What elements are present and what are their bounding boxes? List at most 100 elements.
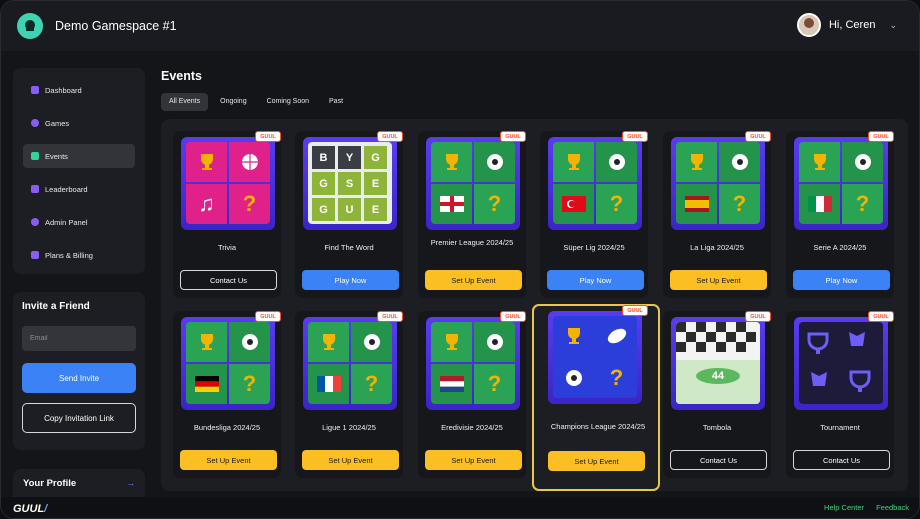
- football-icon: [474, 142, 515, 182]
- event-card-la-liga[interactable]: ? GUUL La Liga 2024/25 Set Up Event: [663, 131, 771, 298]
- event-card-eredivisie[interactable]: ? GUUL Eredivisie 2024/25 Set Up Event: [418, 311, 526, 478]
- turkey-flag-icon: [553, 184, 594, 224]
- spain-flag-icon: [676, 184, 717, 224]
- guul-badge: GUUL: [377, 131, 403, 142]
- app-window: Demo Gamespace #1 Hi, Ceren ⌄ Dashboard …: [0, 0, 920, 519]
- sidebar-item-events[interactable]: Events: [23, 144, 135, 168]
- event-title: Serie A 2024/25: [813, 243, 867, 252]
- set-up-event-button[interactable]: Set Up Event: [425, 270, 522, 290]
- football-icon: [719, 142, 760, 182]
- play-now-button[interactable]: Play Now: [793, 270, 890, 290]
- app-logo-icon[interactable]: [17, 13, 43, 39]
- tab-all-events[interactable]: All Events: [161, 93, 209, 111]
- set-up-event-button[interactable]: Set Up Event: [548, 451, 645, 471]
- event-title: Champions League 2024/25: [550, 422, 646, 431]
- help-center-link[interactable]: Help Center: [824, 503, 864, 512]
- word-tile: U: [338, 198, 361, 221]
- event-card-tournament[interactable]: GUUL Tournament Contact Us: [786, 311, 894, 478]
- app-title: Demo Gamespace #1: [55, 19, 177, 33]
- word-tile: E: [364, 198, 387, 221]
- tombola-board: 44: [676, 322, 760, 404]
- guul-badge: GUUL: [500, 131, 526, 142]
- question-icon: ?: [596, 358, 637, 398]
- user-menu[interactable]: Hi, Ceren ⌄: [796, 13, 897, 37]
- guul-badge: GUUL: [622, 131, 648, 142]
- sidebar-item-admin-panel[interactable]: Admin Panel: [23, 210, 135, 234]
- avatar[interactable]: [796, 13, 821, 37]
- guul-badge: GUUL: [255, 311, 281, 322]
- invite-panel: Invite a Friend Send Invite Copy Invitat…: [13, 292, 145, 450]
- event-thumbnail[interactable]: ? GUUL: [181, 311, 281, 410]
- trophy-icon: [431, 322, 472, 362]
- word-tile: Y: [338, 146, 361, 169]
- sidebar-item-label: Events: [45, 151, 68, 161]
- event-card-premier-league[interactable]: ? GUUL Premier League 2024/25 Set Up Eve…: [418, 131, 526, 298]
- event-thumbnail[interactable]: ? GUUL: [426, 131, 526, 230]
- event-thumbnail[interactable]: ♫ ? GUUL: [181, 131, 281, 230]
- tab-past[interactable]: Past: [321, 93, 351, 111]
- sidebar-item-games[interactable]: Games: [23, 111, 135, 135]
- event-title: Eredivisie 2024/25: [441, 423, 503, 432]
- event-thumbnail[interactable]: ? GUUL: [548, 305, 648, 404]
- chevron-down-icon[interactable]: ⌄: [889, 20, 897, 31]
- play-now-button[interactable]: Play Now: [547, 270, 644, 290]
- feedback-link[interactable]: Feedback: [876, 503, 909, 512]
- sidebar-item-leaderboard[interactable]: Leaderboard: [23, 177, 135, 201]
- event-thumbnail[interactable]: ? GUUL: [794, 131, 894, 230]
- your-profile-link[interactable]: Your Profile →: [13, 469, 145, 497]
- word-grid: B Y G G S E G U E: [308, 142, 392, 224]
- event-card-find-the-word[interactable]: B Y G G S E G U E GUUL Find The Word Pla…: [295, 131, 403, 298]
- event-card-serie-a[interactable]: ? GUUL Serie A 2024/25 Play Now: [786, 131, 894, 298]
- event-tabs: All Events Ongoing Coming Soon Past: [161, 93, 351, 111]
- sidebar-item-plans-billing[interactable]: Plans & Billing: [23, 243, 135, 267]
- tab-ongoing[interactable]: Ongoing: [212, 93, 254, 111]
- sidebar-item-label: Games: [45, 118, 70, 128]
- tournament-graphic: [799, 322, 883, 404]
- tombola-number: 44: [711, 370, 725, 382]
- copy-invitation-link-button[interactable]: Copy Invitation Link: [22, 403, 136, 433]
- event-title: Premier League 2024/25: [430, 238, 514, 247]
- event-thumbnail[interactable]: 44 GUUL: [671, 311, 771, 410]
- set-up-event-button[interactable]: Set Up Event: [180, 450, 277, 470]
- basketball-icon: [229, 142, 270, 182]
- set-up-event-button[interactable]: Set Up Event: [302, 450, 399, 470]
- users-icon: [31, 185, 39, 193]
- contact-us-button[interactable]: Contact Us: [670, 450, 767, 470]
- event-title: Süper Lig 2024/25: [563, 243, 625, 252]
- event-card-ligue-1[interactable]: ? GUUL Ligue 1 2024/25 Set Up Event: [295, 311, 403, 478]
- sidebar-item-dashboard[interactable]: Dashboard: [23, 78, 135, 102]
- contact-us-button[interactable]: Contact Us: [793, 450, 890, 470]
- event-card-tombola[interactable]: 44 GUUL Tombola Contact Us: [663, 311, 771, 478]
- guul-badge: GUUL: [622, 305, 648, 316]
- set-up-event-button[interactable]: Set Up Event: [425, 450, 522, 470]
- checker-icon: [676, 322, 760, 404]
- set-up-event-button[interactable]: Set Up Event: [670, 270, 767, 290]
- event-title: La Liga 2024/25: [690, 243, 744, 252]
- event-thumbnail[interactable]: ? GUUL: [426, 311, 526, 410]
- event-card-bundesliga[interactable]: ? GUUL Bundesliga 2024/25 Set Up Event: [173, 311, 281, 478]
- footer-bar: GUUL/ Help Center Feedback: [1, 497, 919, 518]
- event-title: Trivia: [217, 243, 237, 252]
- event-thumbnail[interactable]: ? GUUL: [303, 311, 403, 410]
- user-greeting[interactable]: Hi, Ceren: [829, 19, 875, 31]
- football-icon: [596, 142, 637, 182]
- football-icon: [229, 322, 270, 362]
- event-thumbnail[interactable]: B Y G G S E G U E GUUL: [303, 131, 403, 230]
- games-icon: [31, 119, 39, 127]
- grid-icon: [31, 86, 39, 94]
- email-field[interactable]: [22, 326, 136, 351]
- event-card-trivia[interactable]: ♫ ? GUUL Trivia Contact Us: [173, 131, 281, 298]
- word-tile: G: [312, 172, 335, 195]
- contact-us-button[interactable]: Contact Us: [180, 270, 277, 290]
- event-thumbnail[interactable]: ? GUUL: [548, 131, 648, 230]
- arrow-right-icon: →: [126, 478, 135, 488]
- guul-badge: GUUL: [868, 311, 894, 322]
- tab-coming-soon[interactable]: Coming Soon: [259, 93, 317, 111]
- trophy-icon: [553, 142, 594, 182]
- event-card-champions-league[interactable]: ? GUUL Champions League 2024/25 Set Up E…: [532, 304, 660, 491]
- event-thumbnail[interactable]: ? GUUL: [671, 131, 771, 230]
- send-invite-button[interactable]: Send Invite: [22, 363, 136, 393]
- play-now-button[interactable]: Play Now: [302, 270, 399, 290]
- event-card-super-lig[interactable]: ? GUUL Süper Lig 2024/25 Play Now: [540, 131, 648, 298]
- event-thumbnail[interactable]: GUUL: [794, 311, 894, 410]
